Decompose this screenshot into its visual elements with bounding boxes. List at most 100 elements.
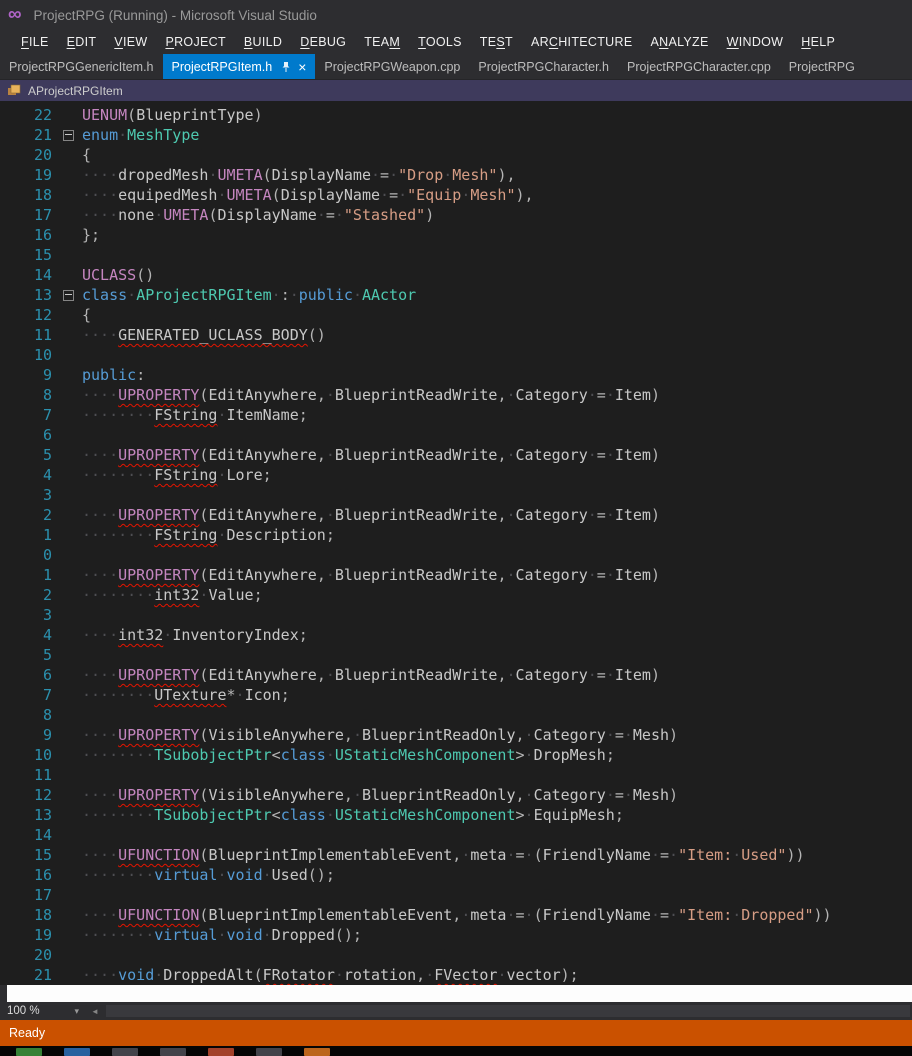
line-number[interactable]: 1 <box>0 565 56 585</box>
menu-item-tools[interactable]: TOOLS <box>409 32 471 52</box>
line-number[interactable]: 4 <box>0 625 56 645</box>
code-line[interactable]: 17····none·UMETA(DisplayName·=·"Stashed"… <box>0 205 912 225</box>
code-line[interactable]: 19········virtual·void·Dropped(); <box>0 925 912 945</box>
tab-projectrpggenericitem.h[interactable]: ProjectRPGGenericItem.h <box>0 54 163 79</box>
code-line[interactable]: 9public: <box>0 365 912 385</box>
code-line[interactable]: 17 <box>0 885 912 905</box>
line-number[interactable]: 19 <box>0 925 56 945</box>
code-line[interactable]: 13class·AProjectRPGItem·:·public·AActor <box>0 285 912 305</box>
taskbar-icon[interactable] <box>208 1048 234 1056</box>
code-line[interactable]: 11····GENERATED_UCLASS_BODY() <box>0 325 912 345</box>
menu-item-architecture[interactable]: ARCHITECTURE <box>522 32 642 52</box>
menu-item-debug[interactable]: DEBUG <box>291 32 355 52</box>
code-line[interactable]: 4····int32·InventoryIndex; <box>0 625 912 645</box>
code-line[interactable]: 2····UPROPERTY(EditAnywhere,·BlueprintRe… <box>0 505 912 525</box>
taskbar-icon[interactable] <box>64 1048 90 1056</box>
menu-item-edit[interactable]: EDIT <box>58 32 106 52</box>
fold-collapse-icon[interactable] <box>63 130 74 141</box>
fold-collapse-icon[interactable] <box>63 290 74 301</box>
code-line[interactable]: 21enum·MeshType <box>0 125 912 145</box>
line-number[interactable]: 2 <box>0 505 56 525</box>
line-number[interactable]: 16 <box>0 865 56 885</box>
code-line[interactable]: 2········int32·Value; <box>0 585 912 605</box>
line-number[interactable]: 18 <box>0 905 56 925</box>
line-number[interactable]: 10 <box>0 345 56 365</box>
code-line[interactable]: 12····UPROPERTY(VisibleAnywhere,·Bluepri… <box>0 785 912 805</box>
close-icon[interactable]: × <box>298 60 306 74</box>
code-line[interactable]: 14UCLASS() <box>0 265 912 285</box>
code-line[interactable]: 5····UPROPERTY(EditAnywhere,·BlueprintRe… <box>0 445 912 465</box>
line-number[interactable]: 16 <box>0 225 56 245</box>
zoom-control[interactable]: 100 % ▾ <box>0 1002 86 1020</box>
line-number[interactable]: 13 <box>0 805 56 825</box>
menu-item-file[interactable]: FILE <box>12 32 58 52</box>
line-number[interactable]: 9 <box>0 365 56 385</box>
line-number[interactable]: 7 <box>0 685 56 705</box>
menu-item-analyze[interactable]: ANALYZE <box>641 32 717 52</box>
pin-icon[interactable] <box>281 61 291 73</box>
line-number[interactable]: 4 <box>0 465 56 485</box>
code-line[interactable]: 6····UPROPERTY(EditAnywhere,·BlueprintRe… <box>0 665 912 685</box>
code-line[interactable]: 9····UPROPERTY(VisibleAnywhere,·Blueprin… <box>0 725 912 745</box>
line-number[interactable]: 6 <box>0 425 56 445</box>
code-line[interactable]: 10 <box>0 345 912 365</box>
code-line[interactable]: 4········FString·Lore; <box>0 465 912 485</box>
line-number[interactable]: 11 <box>0 325 56 345</box>
line-number[interactable]: 17 <box>0 205 56 225</box>
horizontal-scrollbar[interactable] <box>106 1005 910 1017</box>
menu-item-help[interactable]: HELP <box>792 32 844 52</box>
code-line[interactable]: 18····UFUNCTION(BlueprintImplementableEv… <box>0 905 912 925</box>
line-number[interactable]: 5 <box>0 445 56 465</box>
line-number[interactable]: 0 <box>0 545 56 565</box>
code-line[interactable]: 15····UFUNCTION(BlueprintImplementableEv… <box>0 845 912 865</box>
tab-projectrpgcharacter.cpp[interactable]: ProjectRPGCharacter.cpp <box>618 54 780 79</box>
code-line[interactable]: 15 <box>0 245 912 265</box>
code-line[interactable]: 0 <box>0 545 912 565</box>
code-line[interactable]: 20{ <box>0 145 912 165</box>
line-number[interactable]: 8 <box>0 705 56 725</box>
navbar-scope-dropdown[interactable]: AProjectRPGItem <box>28 84 123 98</box>
line-number[interactable]: 12 <box>0 785 56 805</box>
code-line[interactable]: 19····dropedMesh·UMETA(DisplayName·=·"Dr… <box>0 165 912 185</box>
line-number[interactable]: 8 <box>0 385 56 405</box>
code-line[interactable]: 22UENUM(BlueprintType) <box>0 105 912 125</box>
taskbar-icon[interactable] <box>16 1048 42 1056</box>
line-number[interactable]: 19 <box>0 165 56 185</box>
line-number[interactable]: 2 <box>0 585 56 605</box>
tab-projectrpg[interactable]: ProjectRPG <box>780 54 864 79</box>
menu-item-window[interactable]: WINDOW <box>718 32 793 52</box>
line-number[interactable]: 3 <box>0 605 56 625</box>
code-line[interactable]: 8····UPROPERTY(EditAnywhere,·BlueprintRe… <box>0 385 912 405</box>
code-line[interactable]: 5 <box>0 645 912 665</box>
taskbar-icon[interactable] <box>256 1048 282 1056</box>
taskbar-icon[interactable] <box>112 1048 138 1056</box>
menu-item-test[interactable]: TEST <box>471 32 522 52</box>
code-line[interactable]: 16········virtual·void·Used(); <box>0 865 912 885</box>
line-number[interactable]: 13 <box>0 285 56 305</box>
code-line[interactable]: 16}; <box>0 225 912 245</box>
code-line[interactable]: 7········FString·ItemName; <box>0 405 912 425</box>
line-number[interactable]: 20 <box>0 145 56 165</box>
code-line[interactable]: 7········UTexture*·Icon; <box>0 685 912 705</box>
line-number[interactable]: 3 <box>0 485 56 505</box>
line-number[interactable]: 12 <box>0 305 56 325</box>
menu-item-build[interactable]: BUILD <box>235 32 291 52</box>
line-number[interactable]: 11 <box>0 765 56 785</box>
tab-projectrpgitem.h[interactable]: ProjectRPGItem.h× <box>163 54 316 79</box>
scroll-left-arrow[interactable]: ◄ <box>86 1002 104 1020</box>
line-number[interactable]: 21 <box>0 125 56 145</box>
line-number[interactable]: 14 <box>0 825 56 845</box>
line-number[interactable]: 5 <box>0 645 56 665</box>
line-number[interactable]: 14 <box>0 265 56 285</box>
line-number[interactable]: 15 <box>0 245 56 265</box>
windows-taskbar[interactable] <box>0 1046 912 1056</box>
code-line[interactable]: 21····void·DroppedAlt(FRotator·rotation,… <box>0 965 912 985</box>
line-number[interactable]: 22 <box>0 105 56 125</box>
line-number[interactable]: 1 <box>0 525 56 545</box>
code-line[interactable]: 10········TSubobjectPtr<class·UStaticMes… <box>0 745 912 765</box>
line-number[interactable]: 17 <box>0 885 56 905</box>
code-line[interactable]: 3 <box>0 485 912 505</box>
menu-item-team[interactable]: TEAM <box>355 32 409 52</box>
code-line[interactable]: 1····UPROPERTY(EditAnywhere,·BlueprintRe… <box>0 565 912 585</box>
line-number[interactable]: 18 <box>0 185 56 205</box>
